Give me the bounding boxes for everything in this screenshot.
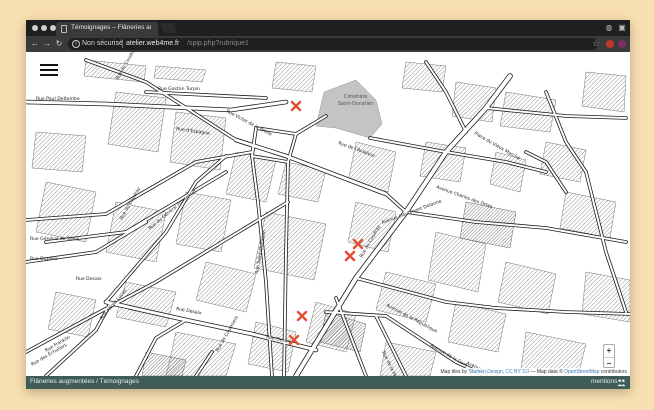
bookmark-star-icon[interactable]: ☆ xyxy=(591,38,601,50)
street-label: Rue Général de Sonis xyxy=(30,235,80,242)
back-arrow-icon[interactable]: ← xyxy=(30,39,40,49)
window-minimize-dot[interactable] xyxy=(41,25,47,31)
cemetery-label-2: Saint-Donatien xyxy=(338,101,374,107)
forward-arrow-icon[interactable]: → xyxy=(42,39,52,49)
zoom-in-button[interactable]: + xyxy=(604,345,614,356)
cemetery-label-1: Cimetière xyxy=(344,93,367,100)
stamen-link[interactable]: Stamen Design xyxy=(469,369,503,375)
reload-icon[interactable]: ↻ xyxy=(54,39,64,49)
omnibox-separator xyxy=(122,40,123,48)
browser-toolbar: ← → ↻ i Non sécurisé atelier.web4me.fr /… xyxy=(26,36,630,52)
street-label: Rue Paul Deltombe xyxy=(36,96,80,102)
street-label: Rue Desaix xyxy=(76,276,102,282)
zoom-out-button[interactable]: − xyxy=(604,357,614,368)
street-label: Rue Dupleix xyxy=(30,256,58,262)
map-viewport[interactable]: Cimetière Saint-Donatien Rue Paul Deltom… xyxy=(26,52,630,376)
hamburger-icon[interactable] xyxy=(40,64,58,76)
browser-tab[interactable]: Témoignages – Flâneries augmentées xyxy=(56,22,158,36)
attribution-suffix: contributors xyxy=(600,369,627,375)
zoom-control: + − xyxy=(603,344,615,368)
page-icon xyxy=(61,25,67,33)
tab-title: Témoignages – Flâneries augmentées xyxy=(71,24,151,31)
attribution-prefix: Map tiles by xyxy=(440,369,468,375)
osm-link[interactable]: OpenStreetMap xyxy=(564,369,599,375)
address-bar[interactable]: i Non sécurisé atelier.web4me.fr /spip.p… xyxy=(68,38,598,50)
page-footer: Flâneries augmentées / Témoignages menti… xyxy=(26,376,630,389)
profile-icon[interactable]: ▣ xyxy=(617,23,627,33)
extension-icon[interactable] xyxy=(606,40,614,48)
info-icon[interactable]: i xyxy=(72,40,80,48)
map-canvas[interactable]: Cimetière Saint-Donatien Rue Paul Deltom… xyxy=(26,52,630,376)
browser-titlebar: Témoignages – Flâneries augmentées ◍ ▣ xyxy=(26,20,630,36)
attribution-middle: — Map data © xyxy=(530,369,563,375)
url-host[interactable]: atelier.web4me.fr xyxy=(126,40,179,47)
new-tab-button[interactable] xyxy=(160,23,178,33)
attribution-comma: , xyxy=(502,369,505,375)
breadcrumb[interactable]: Flâneries augmentées / Témoignages xyxy=(30,378,139,385)
url-path[interactable]: /spip.php?rubrique1 xyxy=(187,40,249,47)
extension-icon-2[interactable] xyxy=(618,40,626,48)
security-label[interactable]: Non sécurisé xyxy=(82,40,123,47)
people-icon[interactable] xyxy=(617,378,626,387)
window-close-dot[interactable] xyxy=(32,25,38,31)
license-link[interactable]: CC BY 3.0 xyxy=(506,369,530,375)
street-label: Rue Gaston Turpin xyxy=(158,86,200,92)
mentions-link[interactable]: mentions xyxy=(591,378,617,385)
map-attribution: Map tiles by Stamen Design, CC BY 3.0 — … xyxy=(437,368,630,376)
browser-window: Témoignages – Flâneries augmentées ◍ ▣ ←… xyxy=(26,20,630,389)
incognito-icon: ◍ xyxy=(605,23,613,32)
